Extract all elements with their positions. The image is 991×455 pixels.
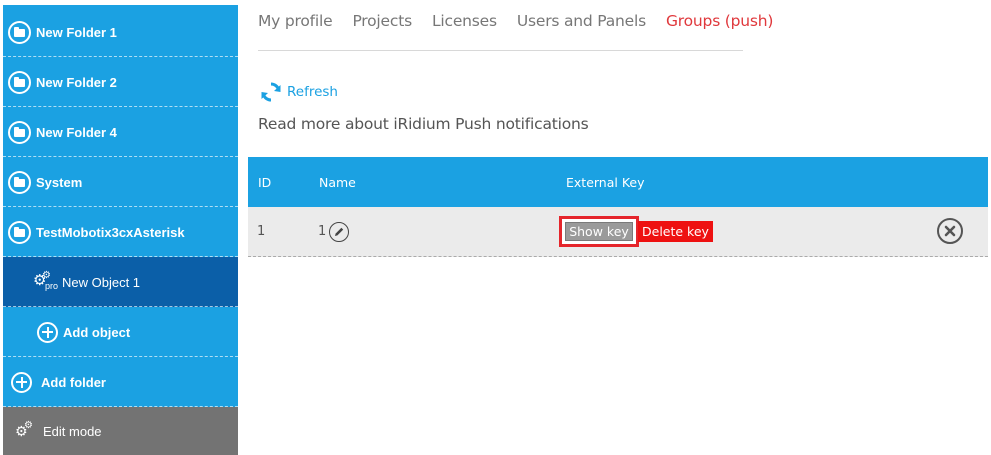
refresh-icon	[261, 82, 281, 102]
sidebar-item-label: TestMobotix3cxAsterisk	[36, 224, 185, 240]
sidebar-item-label: System	[36, 174, 83, 190]
column-header-external-key: External Key	[566, 175, 645, 190]
tab-groups-push[interactable]: Groups (push)	[666, 12, 773, 30]
tab-my-profile[interactable]: My profile	[258, 12, 333, 30]
show-key-button[interactable]: Show key	[565, 222, 633, 241]
tab-users-and-panels[interactable]: Users and Panels	[517, 12, 646, 30]
plus-circle-icon	[11, 371, 32, 393]
sidebar-folder-1[interactable]: New Folder 1	[3, 7, 238, 57]
refresh-label: Refresh	[287, 84, 338, 100]
sidebar-item-label: New Folder 2	[36, 74, 117, 90]
sidebar-folder-2[interactable]: New Folder 2	[3, 57, 238, 107]
sidebar-item-label: New Folder 4	[36, 124, 117, 140]
sidebar-object-new-object-1[interactable]: ⚙ ⚙ pro New Object 1	[3, 257, 238, 307]
folder-icon	[8, 220, 31, 244]
cell-id: 1	[257, 224, 266, 239]
gears-icon: ⚙ ⚙	[15, 420, 33, 439]
sidebar-object-label: New Object 1	[62, 274, 141, 290]
add-object-label: Add object	[63, 324, 131, 340]
close-icon[interactable]	[937, 218, 963, 244]
edit-mode-button[interactable]: ⚙ ⚙ Edit mode	[3, 407, 238, 455]
sidebar: New Folder 1 New Folder 2 New Folder 4 S…	[3, 5, 238, 455]
add-object-button[interactable]: Add object	[3, 307, 238, 357]
folder-icon	[8, 20, 31, 44]
gear-pro-icon: ⚙ ⚙ pro	[33, 270, 59, 292]
sidebar-folder-testmobotix[interactable]: TestMobotix3cxAsterisk	[3, 207, 238, 257]
plus-circle-icon	[37, 321, 58, 343]
show-key-highlight: Show key	[559, 216, 639, 247]
delete-key-button[interactable]: Delete key	[638, 221, 713, 242]
sidebar-folder-system[interactable]: System	[3, 157, 238, 207]
add-folder-button[interactable]: Add folder	[3, 357, 238, 407]
folder-icon	[8, 70, 31, 94]
folder-icon	[8, 170, 31, 194]
tab-licenses[interactable]: Licenses	[432, 12, 497, 30]
tabs-underline	[258, 50, 743, 51]
read-more-link[interactable]: Read more about iRidium Push notificatio…	[258, 115, 589, 133]
add-folder-label: Add folder	[41, 374, 106, 390]
column-header-id: ID	[258, 175, 272, 190]
folder-icon	[8, 120, 31, 144]
top-tabs: My profile Projects Licenses Users and P…	[258, 12, 773, 30]
pencil-icon[interactable]	[329, 222, 349, 242]
column-header-name: Name	[319, 175, 356, 190]
table-header: ID Name External Key	[248, 157, 988, 207]
refresh-link[interactable]: Refresh	[260, 81, 338, 103]
tab-projects[interactable]: Projects	[352, 12, 412, 30]
edit-mode-label: Edit mode	[43, 423, 102, 439]
sidebar-item-label: New Folder 1	[36, 24, 117, 40]
cell-name: 1	[318, 224, 327, 239]
sidebar-folder-4[interactable]: New Folder 4	[3, 107, 238, 157]
